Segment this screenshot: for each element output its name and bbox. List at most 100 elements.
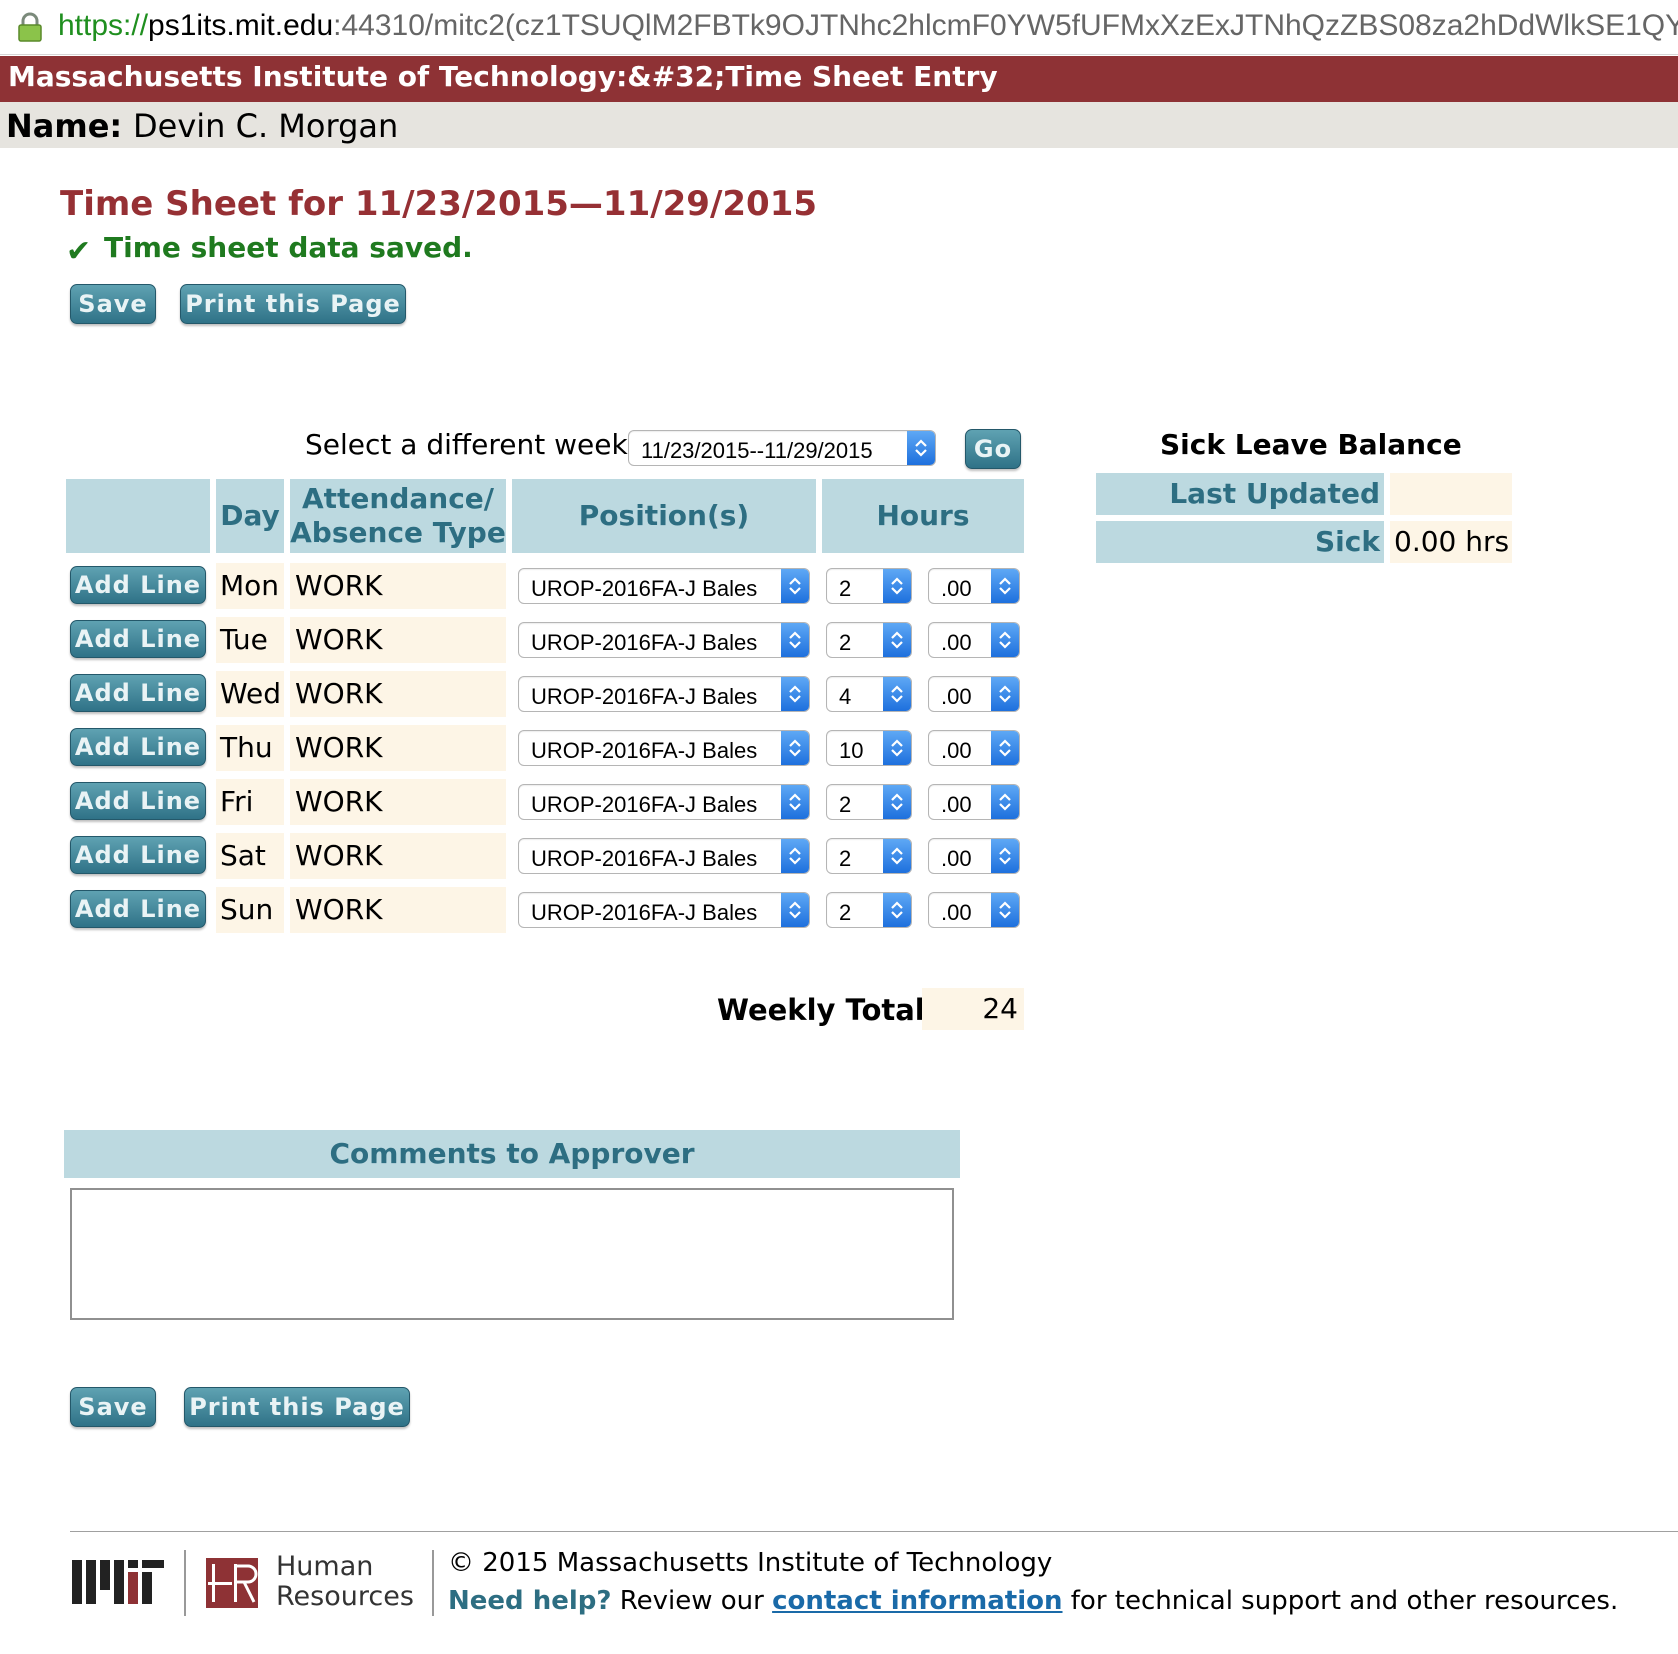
copyright-text: © 2015 Massachusetts Institute of Techno… [448,1548,1053,1578]
position-select[interactable]: UROP-2016FA-J Bales [518,676,810,712]
footer-divider [70,1531,1678,1532]
add-line-button[interactable]: Add Line [70,782,206,820]
add-line-button[interactable]: Add Line [70,836,206,874]
checkmark-icon: ✔ [66,234,92,269]
minutes-select-value: .00 [941,792,972,817]
hours-select[interactable]: 2 [826,892,912,928]
help-post: for technical support and other resource… [1062,1586,1619,1616]
updown-chevron-icon [781,569,809,603]
add-line-button[interactable]: Add Line [70,890,206,928]
position-select[interactable]: UROP-2016FA-J Bales [518,784,810,820]
week-select-value: 11/23/2015--11/29/2015 [641,438,873,463]
column-header-day: Day [216,479,284,553]
minutes-select[interactable]: .00 [928,568,1020,604]
updown-chevron-icon [883,677,911,711]
app-title: Massachusetts Institute of Technology:&#… [8,60,998,93]
updown-chevron-icon [883,839,911,873]
day-cell: Sat [216,833,284,879]
hours-select-value: 10 [839,738,864,763]
sick-leave-title: Sick Leave Balance [1160,428,1462,461]
footer-separator-2 [432,1550,434,1616]
updown-chevron-icon [991,731,1019,765]
position-select-value: UROP-2016FA-J Bales [531,792,758,817]
save-button-bottom[interactable]: Save [70,1387,156,1427]
attendance-type-cell: WORK [290,833,506,879]
attendance-header-line2: Absence Type [290,516,506,549]
hours-select[interactable]: 2 [826,568,912,604]
updown-chevron-icon [883,569,911,603]
app-title-bar: Massachusetts Institute of Technology:&#… [0,56,1678,102]
position-select-value: UROP-2016FA-J Bales [531,576,758,601]
updown-chevron-icon [781,893,809,927]
minutes-select[interactable]: .00 [928,622,1020,658]
weekly-total-value: 24 [922,988,1024,1030]
minutes-select[interactable]: .00 [928,784,1020,820]
add-line-button[interactable]: Add Line [70,728,206,766]
comments-header: Comments to Approver [64,1130,960,1178]
help-bold: Need help? [448,1586,612,1616]
updown-chevron-icon [907,431,935,465]
print-button-bottom[interactable]: Print this Page [184,1387,410,1427]
position-select[interactable]: UROP-2016FA-J Bales [518,730,810,766]
minutes-select[interactable]: .00 [928,838,1020,874]
save-button[interactable]: Save [70,284,156,324]
go-button[interactable]: Go [965,429,1021,469]
hours-select-value: 2 [839,792,852,817]
url-text[interactable]: https://ps1its.mit.edu:44310/mitc2(cz1TS… [58,9,1678,43]
updown-chevron-icon [991,893,1019,927]
position-select-value: UROP-2016FA-J Bales [531,846,758,871]
column-header-attendance: Attendance/ Absence Type [290,479,506,553]
hours-select-value: 4 [839,684,852,709]
position-select[interactable]: UROP-2016FA-J Bales [518,568,810,604]
minutes-select-value: .00 [941,576,972,601]
minutes-select-value: .00 [941,846,972,871]
hours-select-value: 2 [839,900,852,925]
hours-select[interactable]: 10 [826,730,912,766]
updown-chevron-icon [781,731,809,765]
position-select[interactable]: UROP-2016FA-J Bales [518,892,810,928]
attendance-type-cell: WORK [290,779,506,825]
minutes-select-value: .00 [941,630,972,655]
contact-information-link[interactable]: contact information [772,1586,1062,1616]
attendance-type-cell: WORK [290,725,506,771]
comments-textarea[interactable] [70,1188,954,1320]
url-path: :44310/mitc2(cz1TSUQlM2FBTk9OJTNhc2hlcmF… [333,9,1678,42]
hr-label-line1: Human [276,1551,374,1582]
hours-select[interactable]: 2 [826,838,912,874]
sick-label: Sick [1096,521,1384,563]
last-updated-label: Last Updated Date [1096,473,1384,552]
week-select[interactable]: 11/23/2015--11/29/2015 [628,430,936,466]
hours-select-value: 2 [839,630,852,655]
add-line-button[interactable]: Add Line [70,566,206,604]
position-select-value: UROP-2016FA-J Bales [531,900,758,925]
minutes-select[interactable]: .00 [928,892,1020,928]
hours-select-value: 2 [839,576,852,601]
print-button[interactable]: Print this Page [180,284,406,324]
updown-chevron-icon [883,893,911,927]
minutes-select-value: .00 [941,900,972,925]
employee-name: Devin C. Morgan [133,107,399,145]
day-cell: Mon [216,563,284,609]
position-select[interactable]: UROP-2016FA-J Bales [518,622,810,658]
add-line-button[interactable]: Add Line [70,620,206,658]
hr-label: Human Resources [276,1552,414,1612]
weekly-total-label: Weekly Total [717,993,925,1027]
add-line-button[interactable]: Add Line [70,674,206,712]
hours-select[interactable]: 2 [826,784,912,820]
hours-select[interactable]: 4 [826,676,912,712]
updown-chevron-icon [781,677,809,711]
week-selector-label: Select a different week [305,428,628,461]
hours-select[interactable]: 2 [826,622,912,658]
last-updated-value [1390,473,1512,515]
updown-chevron-icon [991,785,1019,819]
updown-chevron-icon [883,623,911,657]
updown-chevron-icon [883,785,911,819]
minutes-select[interactable]: .00 [928,730,1020,766]
attendance-type-cell: WORK [290,887,506,933]
position-select[interactable]: UROP-2016FA-J Bales [518,838,810,874]
help-text: Need help? Review our contact informatio… [448,1586,1618,1616]
minutes-select[interactable]: .00 [928,676,1020,712]
name-label: Name: [6,107,123,145]
help-pre: Review our [611,1586,773,1616]
sick-value: 0.00 hrs [1390,521,1512,563]
